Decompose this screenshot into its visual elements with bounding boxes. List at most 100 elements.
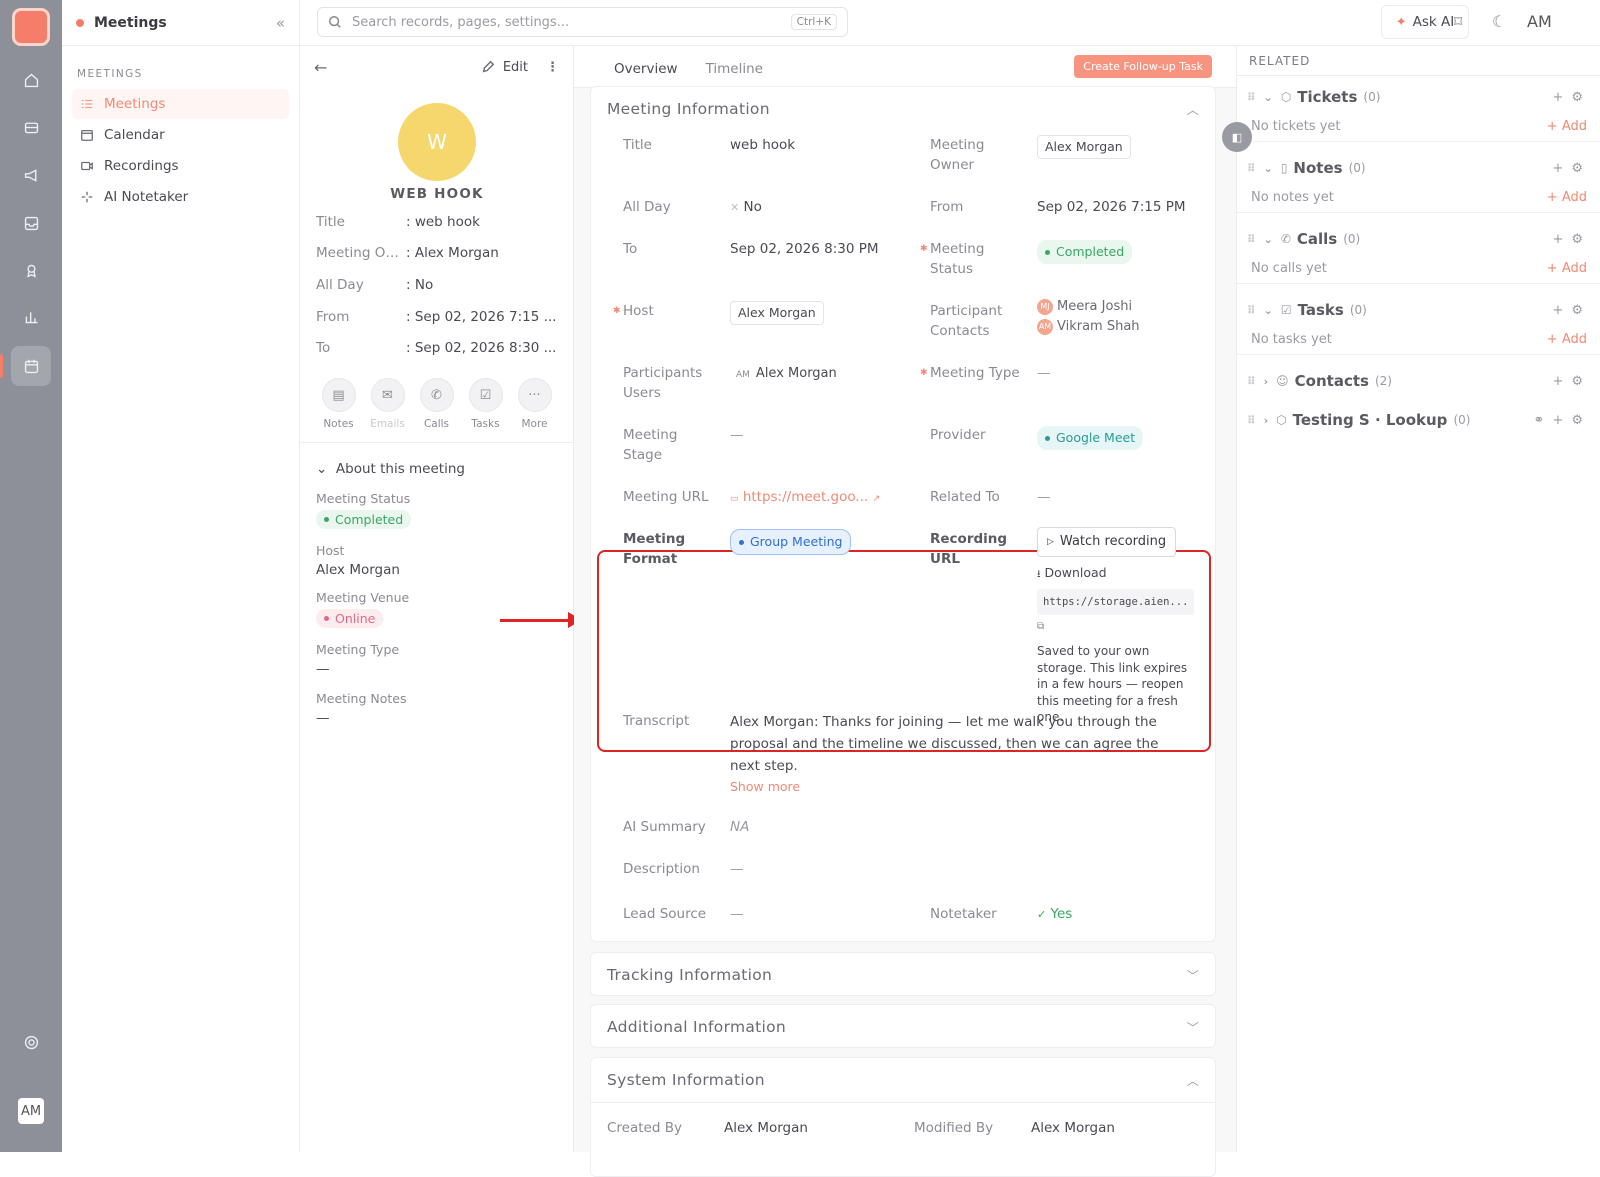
edit-icon (482, 60, 495, 73)
watch-recording-button[interactable]: ▷ Watch recording (1037, 527, 1177, 557)
format-badge: Group Meeting (730, 529, 852, 555)
create-follow-up-task-button[interactable]: Create Follow-up Task (1074, 55, 1212, 78)
calendar-icon[interactable] (0, 346, 51, 386)
tasks-action[interactable]: ☑ Tasks (461, 378, 510, 430)
user-initials[interactable]: AM (1527, 12, 1552, 31)
summary-field: Meeting Ow...: Alex Morgan (316, 245, 499, 261)
edit-button[interactable]: Edit (481, 60, 528, 75)
drag-handle-icon[interactable]: ⠿ (1247, 233, 1256, 246)
inbox-icon[interactable] (11, 107, 51, 147)
drag-handle-icon[interactable]: ⠿ (1247, 91, 1256, 104)
chevron-right-icon[interactable]: › (1264, 375, 1269, 388)
download-link[interactable]: ⭳ Download (1037, 563, 1197, 585)
phone-icon: ✆ (419, 378, 454, 412)
drag-handle-icon[interactable]: ⠿ (1247, 375, 1256, 388)
collapse-sidebar-icon[interactable]: « (276, 14, 285, 32)
calls-action[interactable]: ✆ Calls (412, 378, 461, 430)
more-action[interactable]: ··· More (510, 378, 559, 430)
related-lookup: ⠿ › ⬡ Testing S · Lookup (0) ⚭+⚙ (1247, 411, 1591, 429)
host-chip: Alex Morgan (730, 301, 824, 325)
sparkle-icon: ✦ (1395, 14, 1407, 30)
add-gear-icons[interactable]: +⚙ (1552, 90, 1591, 105)
tray-icon[interactable] (11, 203, 51, 243)
add-gear-icons[interactable]: +⚙ (1552, 374, 1591, 389)
copy-icon[interactable]: ⧉ (1037, 621, 1044, 632)
nav-item-recordings[interactable]: Recordings (72, 151, 289, 181)
app-rail: AM (0, 0, 62, 1152)
related-notes: ⠿ ⌄ ▯ Notes (0) +⚙ No notes yet + Add (1237, 153, 1600, 213)
status-badge: Completed (1037, 240, 1133, 264)
recording-url-code: https://storage.aien... (1037, 589, 1195, 615)
chevron-down-icon[interactable]: ⌄ (1264, 162, 1273, 175)
bar-chart-icon[interactable] (11, 297, 51, 337)
drag-handle-icon[interactable]: ⠿ (1247, 304, 1256, 317)
status-badge: Completed (316, 510, 412, 529)
module-nav: Meetings « MEETINGS Meetings Calendar Re… (62, 0, 300, 1152)
additional-information-card[interactable]: Additional Information ﹀ (590, 1004, 1216, 1048)
award-icon[interactable] (11, 250, 51, 290)
required-icon: ✱ (920, 244, 928, 254)
contact-chip[interactable]: MJ Meera Joshi (1037, 297, 1140, 317)
megaphone-icon[interactable] (11, 155, 51, 195)
meeting-url-link[interactable]: https://meet.goo... (743, 489, 868, 505)
summary-field: All Day: No (316, 277, 434, 293)
check-icon: ✓ (1037, 908, 1047, 921)
provider-badge: Google Meet (1037, 426, 1144, 450)
moon-icon[interactable]: ☾ (1492, 12, 1506, 31)
more-menu-icon[interactable]: ⋮ (546, 60, 559, 75)
system-information-card: System Information ︿ Created By Alex Morg… (590, 1057, 1216, 1177)
nav-item-calendar[interactable]: Calendar (72, 120, 289, 150)
video-icon: ▭ (730, 494, 739, 504)
show-more-link[interactable]: Show more (730, 777, 800, 797)
chevron-down-icon[interactable]: ⌄ (1264, 304, 1273, 317)
bookmark-icon[interactable]: ⌑ (1454, 12, 1462, 31)
tab-timeline[interactable]: Timeline (692, 61, 777, 87)
collapse-panel-icon[interactable]: ◧ (1222, 122, 1252, 152)
chevron-up-icon[interactable]: ︿ (1187, 1072, 1199, 1089)
tracking-information-card[interactable]: Tracking Information ﹀ (590, 952, 1216, 996)
chevron-down-icon[interactable]: ﹀ (1187, 967, 1199, 984)
app-logo[interactable] (12, 8, 50, 46)
chevron-down-icon[interactable]: ﹀ (1187, 1019, 1199, 1036)
notes-action[interactable]: ▤ Notes (314, 378, 363, 430)
external-link-icon[interactable]: ↗ (873, 494, 881, 504)
drag-handle-icon[interactable]: ⠿ (1247, 414, 1256, 427)
summary-field: Title: web hook (316, 214, 480, 230)
record-avatar: W (398, 103, 476, 181)
tab-overview[interactable]: Overview (600, 61, 692, 88)
nav-item-ai-notetaker[interactable]: AI Notetaker (72, 182, 289, 212)
settings-icon[interactable] (11, 1022, 51, 1062)
chevron-down-icon[interactable]: ⌄ (1264, 233, 1273, 246)
task-icon: ☑ (468, 378, 503, 412)
add-ticket-button[interactable]: + Add (1547, 119, 1587, 134)
chevron-up-icon[interactable]: ︿ (1187, 101, 1199, 118)
add-note-button[interactable]: + Add (1547, 190, 1587, 205)
chevron-down-icon[interactable]: ⌄ (1264, 91, 1273, 104)
add-gear-icons[interactable]: +⚙ (1552, 303, 1591, 318)
back-arrow-icon[interactable]: ← (314, 58, 327, 77)
download-icon: ⭳ (1037, 569, 1041, 580)
drag-handle-icon[interactable]: ⠿ (1247, 162, 1256, 175)
related-tasks: ⠿ ⌄ ☑ Tasks (0) +⚙ No tasks yet + Add (1237, 295, 1600, 355)
link-add-gear-icons[interactable]: ⚭+⚙ (1534, 413, 1591, 428)
main-content: Overview Timeline Create Follow-up Task … (574, 46, 1236, 1177)
summary-field: To: Sep 02, 2026 8:30 ... (316, 340, 557, 356)
add-gear-icons[interactable]: +⚙ (1552, 232, 1591, 247)
related-tickets: ⠿ ⌄ ⬡ Tickets (0) +⚙ No tickets yet + Add (1237, 82, 1600, 142)
home-icon[interactable] (11, 60, 51, 100)
add-gear-icons[interactable]: +⚙ (1552, 161, 1591, 176)
search-input[interactable]: Search records, pages, settings... Ctrl+… (317, 7, 848, 37)
section-title: Meeting Information (607, 100, 770, 118)
nav-item-meetings[interactable]: Meetings (72, 89, 289, 119)
about-section: ⌄ About this meeting Meeting Status Comp… (300, 442, 574, 744)
contact-chip[interactable]: AM Vikram Shah (1037, 317, 1140, 337)
user-avatar[interactable]: AM (18, 1098, 44, 1124)
note-icon: ▤ (321, 378, 356, 412)
add-call-button[interactable]: + Add (1547, 261, 1587, 276)
add-task-button[interactable]: + Add (1547, 332, 1587, 347)
chevron-right-icon[interactable]: › (1264, 414, 1269, 427)
meeting-information-card: Meeting Information ︿ Title web hook Meet… (590, 86, 1216, 942)
about-toggle[interactable]: ⌄ About this meeting (316, 461, 558, 477)
required-icon: ✱ (920, 368, 928, 378)
search-icon (328, 15, 341, 28)
